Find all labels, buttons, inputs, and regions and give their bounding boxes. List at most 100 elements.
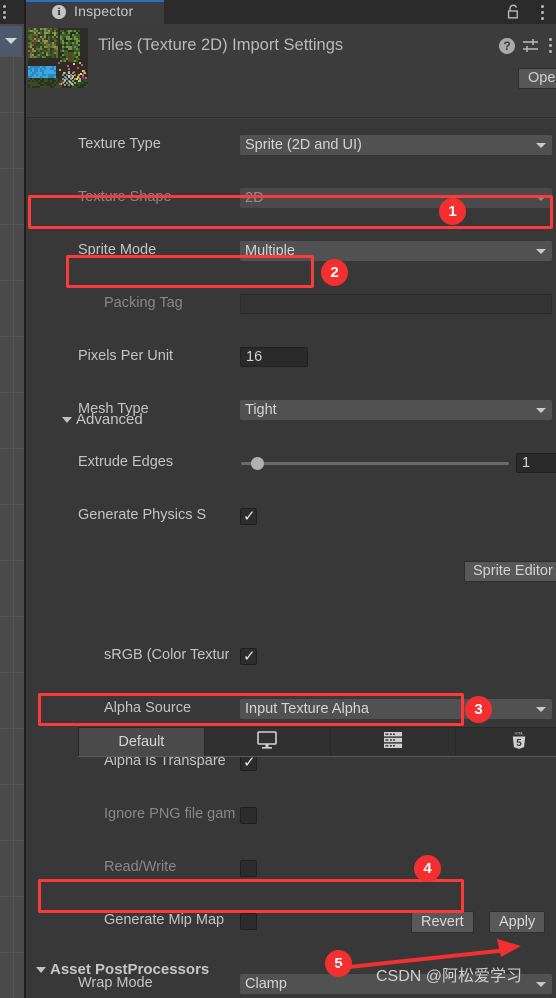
packing-tag-row: Packing Tag	[26, 293, 556, 316]
inspector-tabbar: i Inspector	[26, 0, 556, 24]
platform-tab-android-server-icon[interactable]	[331, 728, 457, 756]
revert-button[interactable]: Revert	[411, 911, 474, 933]
tab-accent-bar	[26, 0, 164, 2]
chevron-down-icon	[536, 707, 546, 712]
platform-tabs: Default HTML 5	[26, 727, 556, 757]
texture-type-value: Sprite (2D and UI)	[245, 137, 362, 153]
badge-5: 5	[325, 950, 352, 977]
open-button[interactable]: Open	[518, 68, 556, 89]
texture-type-label: Texture Type	[78, 136, 161, 152]
sprite-editor-button[interactable]: Sprite Editor	[464, 561, 556, 582]
ignore-png-gamma-checkbox[interactable]	[240, 807, 257, 824]
strip-row-line	[0, 392, 26, 393]
svg-text:HTML: HTML	[514, 731, 523, 735]
asset-postprocessors-label: Asset PostProcessors	[50, 961, 210, 978]
srgb-label: sRGB (Color Textur	[104, 647, 230, 663]
android-server-icon	[382, 731, 404, 754]
background-dropdown-button[interactable]	[0, 26, 22, 56]
screenshot-root: i Inspector Tiles (Texture 2D) Import Se…	[0, 0, 556, 998]
read-write-row: Read/Write	[26, 857, 556, 880]
apply-button[interactable]: Apply	[489, 911, 546, 933]
properties-body: Texture Type Sprite (2D and UI) Texture …	[26, 119, 556, 994]
extrude-edges-row: Extrude Edges 1	[26, 452, 556, 475]
html5-icon: HTML 5	[511, 730, 527, 755]
generate-physics-shape-checkbox[interactable]: ✓	[240, 508, 257, 525]
strip-row-line	[0, 224, 26, 225]
platform-tab-strip: Default HTML 5	[78, 727, 556, 757]
pixels-per-unit-value: 16	[246, 349, 263, 365]
strip-row-line	[0, 616, 26, 617]
chevron-down-icon	[536, 196, 546, 201]
badge-3: 3	[465, 696, 492, 723]
chevron-down-icon	[536, 249, 546, 254]
check-icon: ✓	[243, 508, 256, 525]
strip-row-line	[0, 448, 26, 449]
texture-type-row: Texture Type Sprite (2D and UI)	[26, 134, 556, 157]
help-icon[interactable]: ?	[499, 38, 515, 54]
strip-row-line	[0, 784, 26, 785]
more-options-icon[interactable]	[540, 5, 544, 20]
strip-row-line	[0, 840, 26, 841]
badge-4: 4	[414, 855, 441, 882]
read-write-checkbox[interactable]	[240, 860, 257, 877]
slider-knob[interactable]	[251, 457, 264, 470]
texture-shape-row: Texture Shape 2D	[26, 187, 556, 210]
pixels-per-unit-row: Pixels Per Unit 16	[26, 346, 556, 369]
extrude-edges-slider[interactable]	[241, 457, 509, 470]
more-options-icon[interactable]	[548, 38, 552, 53]
texture-shape-dropdown[interactable]: 2D	[240, 188, 552, 208]
read-write-label: Read/Write	[104, 859, 177, 875]
strip-row-line	[0, 504, 26, 505]
info-icon: i	[52, 5, 66, 19]
generate-physics-shape-label: Generate Physics S	[78, 507, 207, 523]
watermark: CSDN @阿松爱学习	[376, 968, 523, 985]
alpha-source-dropdown[interactable]: Input Texture Alpha	[240, 699, 552, 719]
more-options-icon[interactable]	[2, 5, 6, 19]
extrude-edges-value: 1	[522, 455, 531, 471]
footer-actions: Revert Apply	[26, 911, 556, 933]
platform-tab-monitor-icon[interactable]	[205, 728, 331, 756]
strip-row-line	[0, 728, 26, 729]
strip-row-line	[0, 560, 26, 561]
header-divider	[26, 117, 556, 118]
texture-thumbnail	[28, 28, 88, 88]
preset-settings-icon[interactable]	[522, 38, 540, 54]
srgb-row: sRGB (Color Textur ✓	[26, 645, 556, 668]
advanced-foldout[interactable]: Advanced	[26, 409, 556, 435]
pixels-per-unit-label: Pixels Per Unit	[78, 348, 174, 364]
pixels-per-unit-input[interactable]: 16	[240, 347, 308, 367]
ignore-png-gamma-row: Ignore PNG file gam	[26, 804, 556, 827]
chevron-down-icon	[536, 143, 546, 148]
sprite-mode-label: Sprite Mode	[78, 242, 157, 258]
strip-row-line	[0, 280, 26, 281]
strip-row-line	[0, 112, 26, 113]
check-icon: ✓	[243, 648, 256, 665]
strip-row-line	[0, 56, 26, 57]
page-title: Tiles (Texture 2D) Import Settings	[98, 36, 344, 54]
packing-tag-label: Packing Tag	[104, 295, 183, 311]
platform-tab-label: Default	[118, 734, 165, 750]
sprite-mode-dropdown[interactable]: Multiple	[240, 241, 552, 261]
extrude-edges-label: Extrude Edges	[78, 454, 174, 470]
sprite-editor-row: Sprite Editor	[26, 561, 556, 583]
asset-header: Tiles (Texture 2D) Import Settings ? Ope…	[26, 24, 556, 119]
inspector-window: i Inspector Tiles (Texture 2D) Import Se…	[26, 0, 556, 998]
monitor-icon	[256, 730, 278, 755]
platform-tab-default[interactable]: Default	[79, 728, 205, 756]
platform-tabs-underline	[78, 756, 556, 757]
lock-icon[interactable]	[507, 4, 520, 19]
svg-text:5: 5	[516, 738, 522, 749]
sprite-mode-value: Multiple	[245, 243, 295, 259]
strip-row-line	[0, 896, 26, 897]
sprite-mode-row: Sprite Mode Multiple	[26, 240, 556, 263]
alpha-source-value: Input Texture Alpha	[245, 701, 369, 717]
texture-type-dropdown[interactable]: Sprite (2D and UI)	[240, 135, 552, 155]
packing-tag-input[interactable]	[240, 294, 552, 314]
srgb-checkbox[interactable]: ✓	[240, 648, 257, 665]
badge-1: 1	[439, 198, 466, 225]
extrude-edges-input[interactable]: 1	[516, 453, 556, 473]
alpha-source-label: Alpha Source	[104, 700, 192, 716]
generate-physics-shape-row: Generate Physics S ✓	[26, 505, 556, 528]
badge-2: 2	[321, 259, 348, 286]
platform-tab-html5-icon[interactable]: HTML 5	[456, 728, 556, 756]
